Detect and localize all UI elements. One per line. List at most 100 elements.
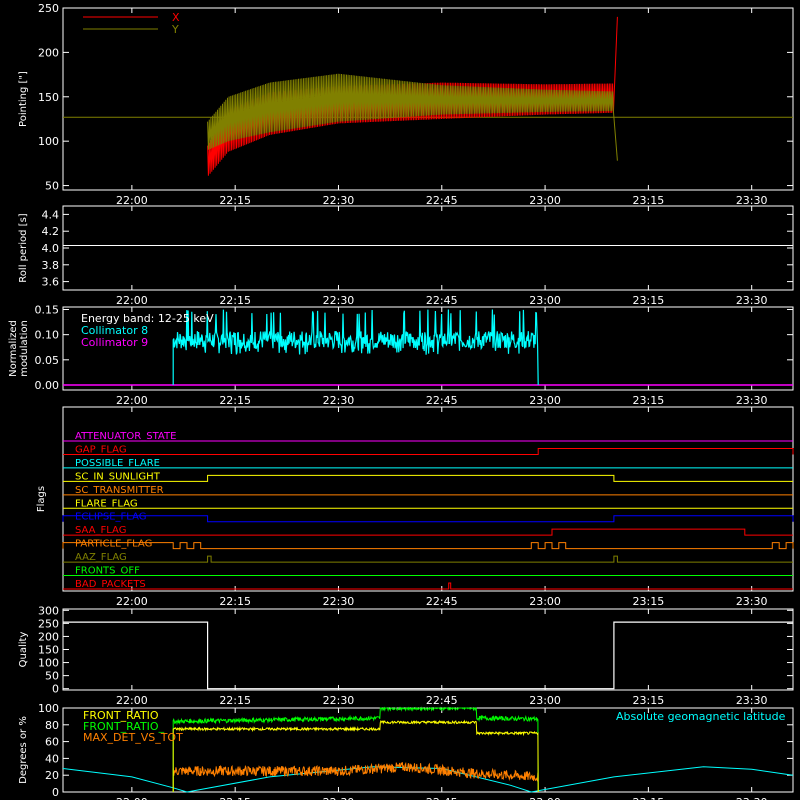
y-tick-label: 4.2 [42, 225, 60, 238]
modulation-panel: 22:00 22:15 22:30 22:45 23:00 23:15 23:30 0.00 0… [8, 304, 794, 407]
x-tick-label: 22:00 [116, 194, 148, 207]
x-tick-label: 23:15 [633, 595, 665, 608]
y-tick-label: 100 [38, 702, 59, 715]
x-tick-label: 23:30 [736, 194, 768, 207]
y-tick-label: 250 [38, 2, 59, 15]
flag-line [63, 528, 793, 536]
flag-label: GAP_FLAG [75, 444, 127, 455]
flag-label: BAD_PACKETS [75, 579, 146, 590]
flag-line [63, 447, 794, 455]
flag-label: SC_TRANSMITTER [75, 485, 164, 496]
y-tick-label: 50 [45, 180, 59, 193]
x-tick-label: 22:00 [116, 394, 148, 407]
y-axis-label: Flags [36, 486, 47, 512]
x-tick-label: 22:15 [219, 694, 251, 707]
y-tick-label: 100 [38, 135, 59, 148]
x-tick-label: 23:15 [633, 796, 665, 800]
flag-label: AAZ_FLAG [75, 552, 127, 563]
y-tick-label: 0.00 [35, 379, 60, 392]
y-tick-label: 200 [38, 630, 59, 643]
y-tick-label: 300 [38, 604, 59, 617]
y-tick-label: 150 [38, 91, 59, 104]
collimator-8-line [172, 309, 539, 386]
x-tick-label: 22:45 [426, 294, 458, 307]
y-tick-label: 3.6 [42, 276, 60, 289]
ratio-series-line [172, 719, 539, 793]
x-tick-label: 23:00 [529, 694, 561, 707]
flag-label: ATTENUATOR_STATE [75, 431, 176, 442]
y-tick-label: 4.4 [42, 208, 60, 221]
x-tick-label: 23:30 [736, 294, 768, 307]
flag-line [63, 555, 793, 563]
y-tick-label: 3.8 [42, 259, 60, 272]
x-tick-label: 22:00 [116, 694, 148, 707]
flag-label: PARTICLE_FLAG [75, 539, 152, 550]
quality-panel: 22:00 22:15 22:30 22:45 23:00 23:15 23:30 05010… [18, 604, 794, 707]
flag-label: FRONTS_OFF [75, 566, 140, 577]
ratio-series-line [172, 761, 539, 793]
x-tick-label: 23:15 [633, 194, 665, 207]
x-tick-label: 22:00 [116, 294, 148, 307]
x-tick-label: 22:15 [219, 394, 251, 407]
y-tick-label: 0 [52, 683, 59, 696]
y-axis-label: Degrees or % [18, 716, 29, 784]
y-tick-label: 0.10 [35, 329, 60, 342]
x-tick-label: 23:30 [736, 694, 768, 707]
roll-period-panel: 22:00 22:15 22:30 22:45 23:00 23:15 23:30 3.6 3.… [18, 205, 794, 307]
legend-entry: Collimator 9 [81, 336, 148, 349]
y-axis-label: modulation [19, 320, 30, 377]
x-tick-label: 22:15 [219, 294, 251, 307]
y-tick-label: 0.15 [35, 304, 60, 317]
y-tick-label: 250 [38, 617, 59, 630]
x-tick-label: 23:00 [529, 595, 561, 608]
plot-frame [62, 608, 794, 691]
y-tick-label: 80 [45, 719, 59, 732]
x-tick-label: 23:00 [529, 796, 561, 800]
y-axis-label: Roll period [s] [18, 213, 29, 282]
x-tick-label: 22:30 [323, 595, 355, 608]
x-tick-label: 22:00 [116, 595, 148, 608]
y-tick-label: 0.05 [35, 354, 60, 367]
x-tick-label: 23:00 [529, 194, 561, 207]
x-tick-label: 22:15 [219, 796, 251, 800]
flags-panel: 22:00 22:15 22:30 22:45 23:00 23:15 23:30 Flags… [36, 406, 794, 608]
flag-label: ECLIPSE_FLAG [75, 512, 146, 523]
x-tick-label: 22:00 [116, 796, 148, 800]
y-tick-label: 20 [45, 769, 59, 782]
x-tick-label: 23:15 [633, 294, 665, 307]
x-tick-label: 23:30 [736, 796, 768, 800]
flag-label: SC_IN_SUNLIGHT [75, 471, 161, 482]
y-tick-label: 50 [45, 670, 59, 683]
plot-frame [62, 205, 794, 291]
x-tick-label: 22:45 [426, 796, 458, 800]
y-tick-label: 100 [38, 657, 59, 670]
flag-line [62, 542, 794, 550]
y-tick-label: 200 [38, 46, 59, 59]
flag-line [62, 515, 794, 523]
legend-entry: Y [171, 23, 179, 36]
flag-line [63, 474, 793, 482]
x-tick-label: 22:30 [323, 394, 355, 407]
x-tick-label: 22:30 [323, 194, 355, 207]
y-tick-label: 60 [45, 736, 59, 749]
pointing-panel: 22:00 22:15 22:30 22:45 23:00 23:15 23:30 50 100… [18, 2, 794, 207]
x-tick-label: 22:30 [323, 796, 355, 800]
flag-label: SAA_FLAG [75, 525, 126, 536]
x-tick-label: 22:15 [219, 194, 251, 207]
x-tick-label: 23:30 [736, 394, 768, 407]
y-tick-label: 40 [45, 752, 59, 765]
x-tick-label: 22:45 [426, 394, 458, 407]
figure: 22:00 22:15 22:30 22:45 23:00 23:15 23:3050100… [8, 2, 794, 800]
x-tick-label: 23:00 [529, 294, 561, 307]
quality-line [63, 621, 793, 690]
flag-label: FLARE_FLAG [75, 498, 138, 509]
x-tick-label: 22:45 [426, 694, 458, 707]
y-axis-label: Pointing ["] [18, 71, 29, 127]
ratios-panel: 22:00 22:15 22:30 22:45 23:00 23:15 23:30 0 20 40… [18, 702, 794, 800]
x-tick-label: 23:30 [736, 595, 768, 608]
x-tick-label: 23:15 [633, 694, 665, 707]
ratio-series-line [172, 706, 539, 793]
x-tick-label: 23:15 [633, 394, 665, 407]
y-axis-label: Quality [18, 632, 29, 668]
flag-line [63, 582, 793, 590]
